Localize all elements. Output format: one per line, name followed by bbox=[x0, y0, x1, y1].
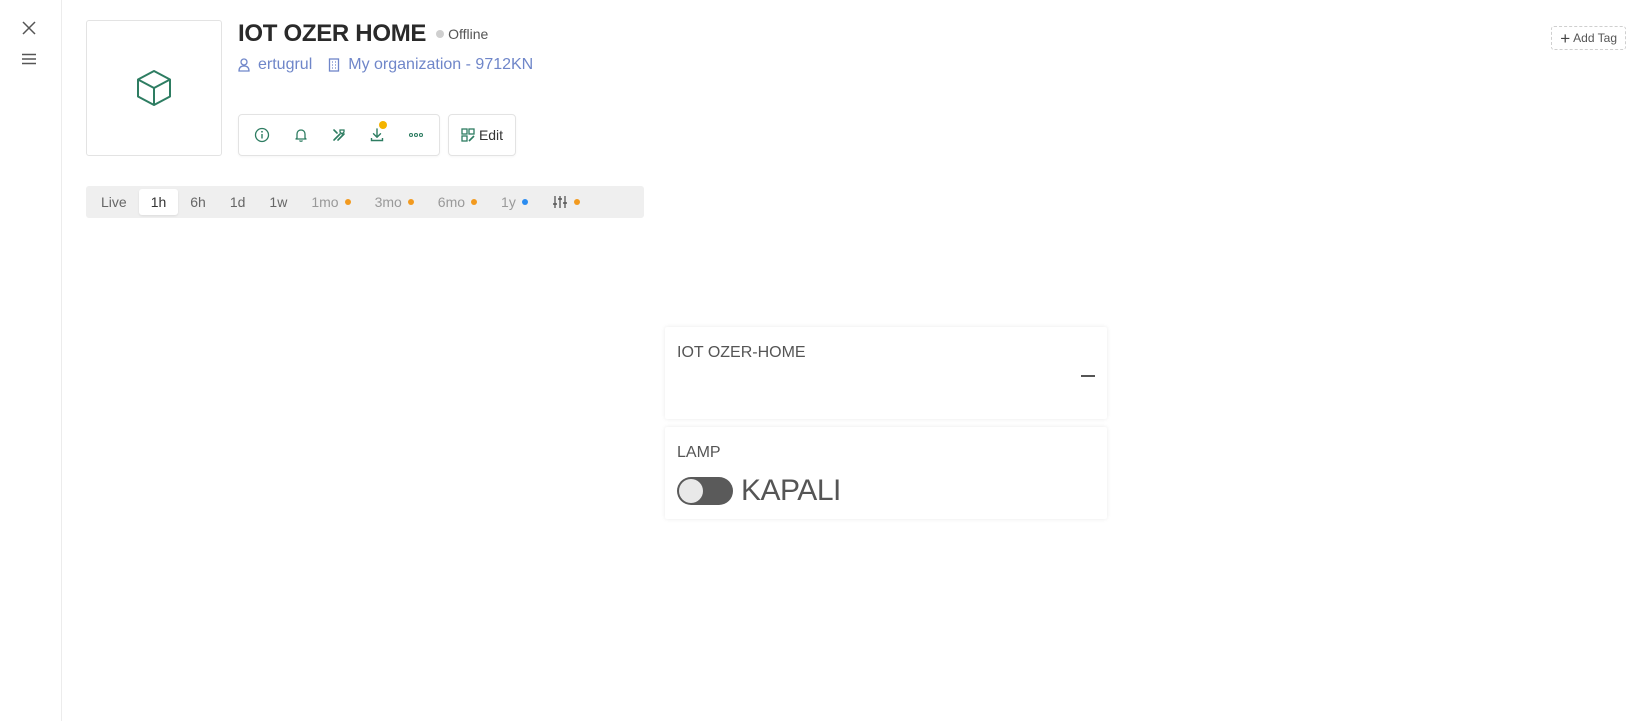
device-image bbox=[86, 20, 222, 156]
lamp-toggle[interactable] bbox=[677, 477, 733, 505]
toggle-state-label: KAPALI bbox=[741, 474, 841, 507]
close-icon[interactable] bbox=[17, 16, 41, 40]
device-title: IOT OZER HOME bbox=[238, 20, 427, 47]
toggle-knob bbox=[679, 479, 703, 503]
device-meta: ertugrul My organization - 9712KN bbox=[238, 56, 549, 74]
status-dot bbox=[436, 30, 445, 38]
cube-icon bbox=[137, 70, 171, 106]
range-1y[interactable]: 1y bbox=[489, 189, 540, 215]
range-6h[interactable]: 6h bbox=[178, 189, 218, 215]
device-header: IOT OZER HOME Offline bbox=[238, 20, 488, 48]
download-button[interactable] bbox=[358, 115, 396, 155]
add-tag-button[interactable]: + Add Tag bbox=[1551, 26, 1626, 50]
tools-icon bbox=[333, 129, 345, 141]
notification-badge bbox=[378, 121, 387, 129]
owner-link[interactable]: ertugrul bbox=[238, 56, 312, 74]
more-icon bbox=[408, 132, 423, 138]
tools-button[interactable] bbox=[320, 115, 358, 155]
switch-widget: LAMP KAPALI bbox=[665, 427, 1107, 519]
edit-label: Edit bbox=[478, 127, 504, 143]
info-icon bbox=[255, 127, 270, 143]
add-tag-label: Add Tag bbox=[1573, 31, 1617, 45]
range-dot bbox=[471, 199, 478, 205]
organization-link[interactable]: My organization - 9712KN bbox=[328, 56, 533, 74]
notifications-button[interactable] bbox=[281, 115, 319, 155]
range-1d[interactable]: 1d bbox=[218, 189, 258, 215]
organization-name: My organization - 9712KN bbox=[348, 56, 534, 73]
range-dot bbox=[407, 199, 414, 205]
status-text: Offline bbox=[448, 26, 489, 42]
value-widget: IOT OZER-HOME bbox=[665, 327, 1107, 419]
widget-value-empty bbox=[1081, 375, 1095, 377]
range-6mo[interactable]: 6mo bbox=[426, 189, 489, 215]
plus-icon: + bbox=[1560, 28, 1571, 48]
range-1w[interactable]: 1w bbox=[257, 189, 299, 215]
range-1mo[interactable]: 1mo bbox=[299, 189, 362, 215]
edit-icon bbox=[461, 128, 475, 142]
edit-button[interactable]: Edit bbox=[448, 114, 516, 156]
menu-icon[interactable] bbox=[17, 47, 41, 71]
range-1h[interactable]: 1h bbox=[138, 189, 179, 215]
left-sidebar bbox=[0, 0, 62, 721]
info-button[interactable] bbox=[243, 115, 281, 155]
bell-icon bbox=[294, 129, 307, 142]
building-icon bbox=[329, 58, 340, 72]
device-toolbar bbox=[238, 114, 440, 156]
range-dot bbox=[573, 199, 580, 205]
sliders-icon bbox=[552, 196, 567, 208]
range-dot bbox=[344, 199, 351, 205]
range-3mo[interactable]: 3mo bbox=[363, 189, 426, 215]
more-button[interactable] bbox=[397, 115, 435, 155]
status-badge: Offline bbox=[436, 26, 488, 42]
owner-name: ertugrul bbox=[258, 56, 313, 73]
range-live[interactable]: Live bbox=[89, 189, 139, 215]
range-custom[interactable] bbox=[540, 189, 592, 215]
download-icon bbox=[371, 128, 384, 142]
user-icon bbox=[238, 58, 250, 72]
time-range-selector: Live 1h 6h 1d 1w 1mo 3mo 6mo 1y bbox=[86, 186, 644, 218]
device-page: IOT OZER HOME Offline ertugrul My organi… bbox=[62, 0, 1638, 721]
widget-title: LAMP bbox=[677, 444, 721, 461]
range-dot bbox=[521, 199, 528, 205]
widget-title: IOT OZER-HOME bbox=[677, 344, 806, 361]
